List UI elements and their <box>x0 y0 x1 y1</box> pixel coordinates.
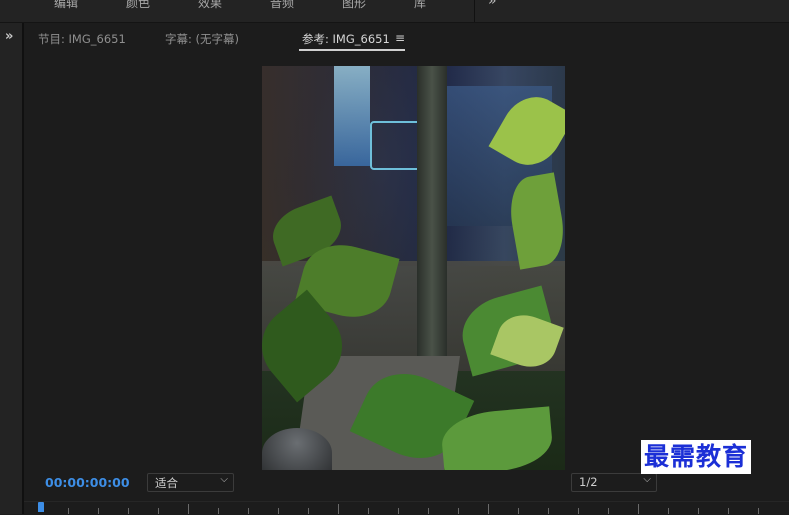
ruler-tick <box>338 504 339 514</box>
workspace-bar: 编辑 颜色 效果 音频 图形 库 » <box>0 0 789 23</box>
ruler-tick <box>248 508 249 514</box>
ruler-tick <box>278 508 279 514</box>
ruler-tick <box>368 508 369 514</box>
ruler-tick <box>488 504 489 514</box>
chevron-down-icon: ⌵ <box>220 474 228 485</box>
ruler-tick <box>428 508 429 514</box>
active-tab-indicator <box>299 49 405 51</box>
panel-menu-icon[interactable]: ≡ <box>395 31 405 45</box>
zoom-fit-select[interactable]: 适合 ⌵ <box>147 473 234 492</box>
workspace-tab-effects[interactable]: 效果 <box>198 0 222 11</box>
monitor-tab-bar: 节目: IMG_6651 字幕: (无字幕) 参考: IMG_6651 ≡ <box>24 23 789 51</box>
video-preview[interactable] <box>262 66 565 470</box>
ruler-tick <box>188 504 189 514</box>
tab-reference[interactable]: 参考: IMG_6651 <box>302 31 390 47</box>
zoom-fit-value: 适合 <box>155 476 178 490</box>
workspace-overflow-icon[interactable]: » <box>488 0 497 9</box>
workspace-tab-color[interactable]: 颜色 <box>126 0 150 11</box>
workspace-divider <box>474 0 475 22</box>
workspace-tab-graphics[interactable]: 图形 <box>342 0 366 11</box>
workspace-tab-edit[interactable]: 编辑 <box>54 0 78 11</box>
tab-captions[interactable]: 字幕: (无字幕) <box>165 31 239 47</box>
ruler-tick <box>698 508 699 514</box>
ruler-tick <box>638 504 639 514</box>
ruler-tick <box>128 508 129 514</box>
ruler-tick <box>728 508 729 514</box>
workspace-tab-libraries[interactable]: 库 <box>414 0 426 11</box>
ruler-tick <box>218 508 219 514</box>
ruler-tick <box>548 508 549 514</box>
preview-metal-pot <box>262 428 332 470</box>
ruler-tick <box>518 508 519 514</box>
time-ruler[interactable] <box>24 501 789 515</box>
playhead-timecode[interactable]: 00:00:00:00 <box>45 475 130 490</box>
ruler-tick <box>578 508 579 514</box>
preview-neon-sign <box>334 66 370 166</box>
ruler-tick <box>68 508 69 514</box>
ruler-tick <box>398 508 399 514</box>
left-panel-strip: » <box>0 23 24 514</box>
ruler-tick <box>308 508 309 514</box>
playback-resolution-select[interactable]: 1/2 ⌵ <box>571 473 657 492</box>
ruler-tick <box>668 508 669 514</box>
expand-panels-icon[interactable]: » <box>5 29 13 44</box>
playhead-handle[interactable] <box>38 502 44 512</box>
tab-program[interactable]: 节目: IMG_6651 <box>38 31 126 47</box>
workspace-tab-audio[interactable]: 音频 <box>270 0 294 11</box>
ruler-tick <box>158 508 159 514</box>
ruler-tick <box>98 508 99 514</box>
ruler-tick <box>758 508 759 514</box>
ruler-tick <box>458 508 459 514</box>
chevron-down-icon: ⌵ <box>643 474 651 485</box>
ruler-tick <box>608 508 609 514</box>
watermark-logo: 最需教育 <box>641 440 752 474</box>
playback-resolution-value: 1/2 <box>579 475 598 489</box>
preview-pillar <box>417 66 447 376</box>
